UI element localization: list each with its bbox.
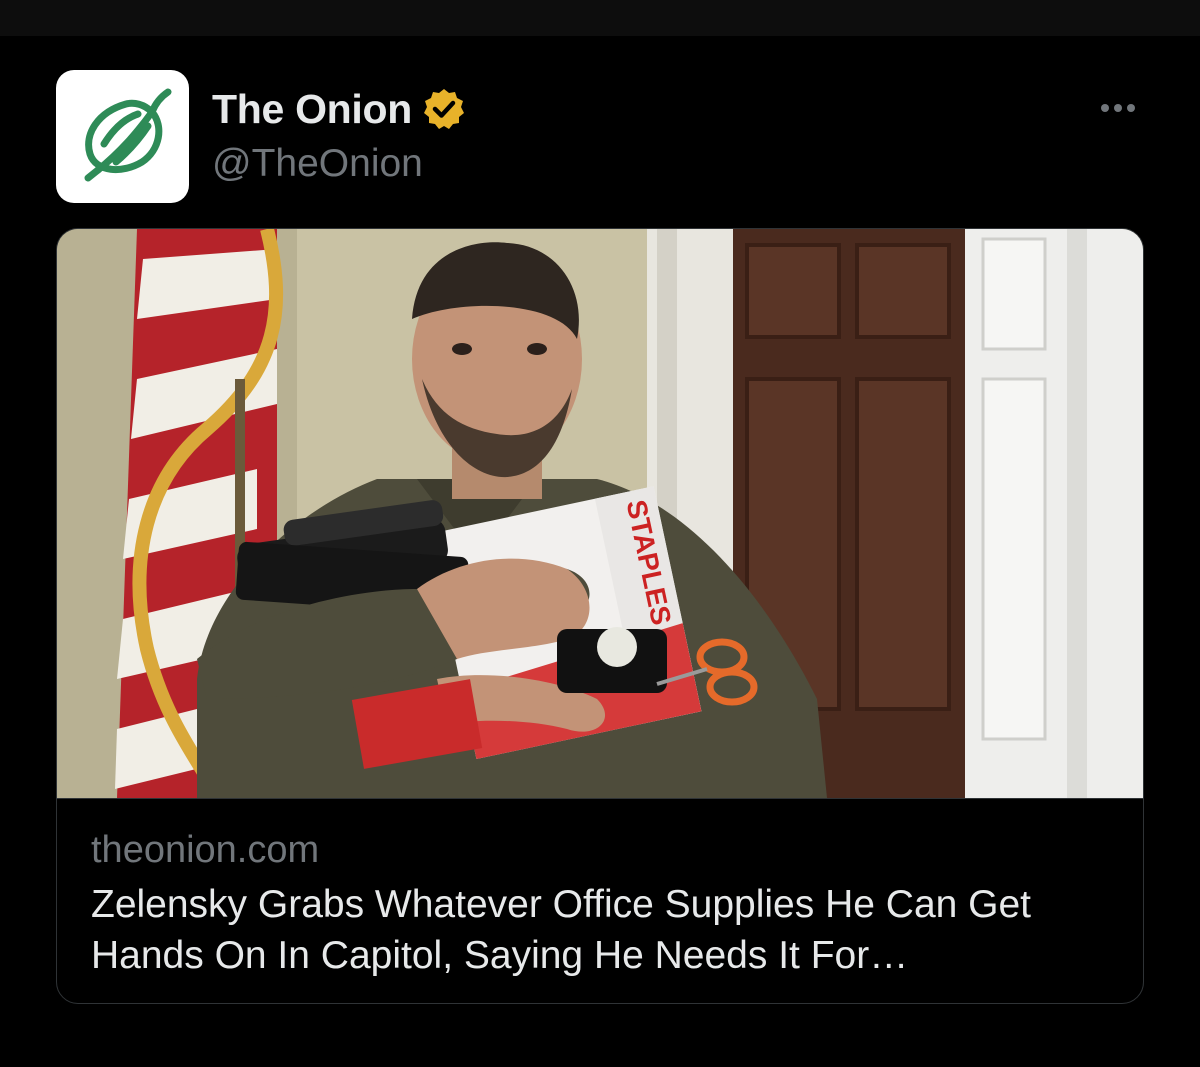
top-bar	[0, 0, 1200, 36]
author-display-name[interactable]: The Onion	[212, 86, 412, 133]
link-title[interactable]: Zelensky Grabs Whatever Office Supplies …	[91, 879, 1121, 981]
card-divider	[57, 798, 1143, 799]
author-name-row: The Onion	[212, 84, 466, 134]
avatar[interactable]	[56, 70, 189, 203]
link-card[interactable]: STAPLES theonion.com Zelensky Grabs What…	[56, 228, 1144, 1004]
more-options-icon[interactable]	[1096, 92, 1140, 124]
author-handle[interactable]: @TheOnion	[212, 142, 423, 186]
link-domain: theonion.com	[91, 829, 320, 871]
verified-badge-icon[interactable]	[422, 87, 466, 131]
onion-logo-icon	[84, 88, 171, 181]
article-photo: STAPLES	[57, 229, 1143, 798]
